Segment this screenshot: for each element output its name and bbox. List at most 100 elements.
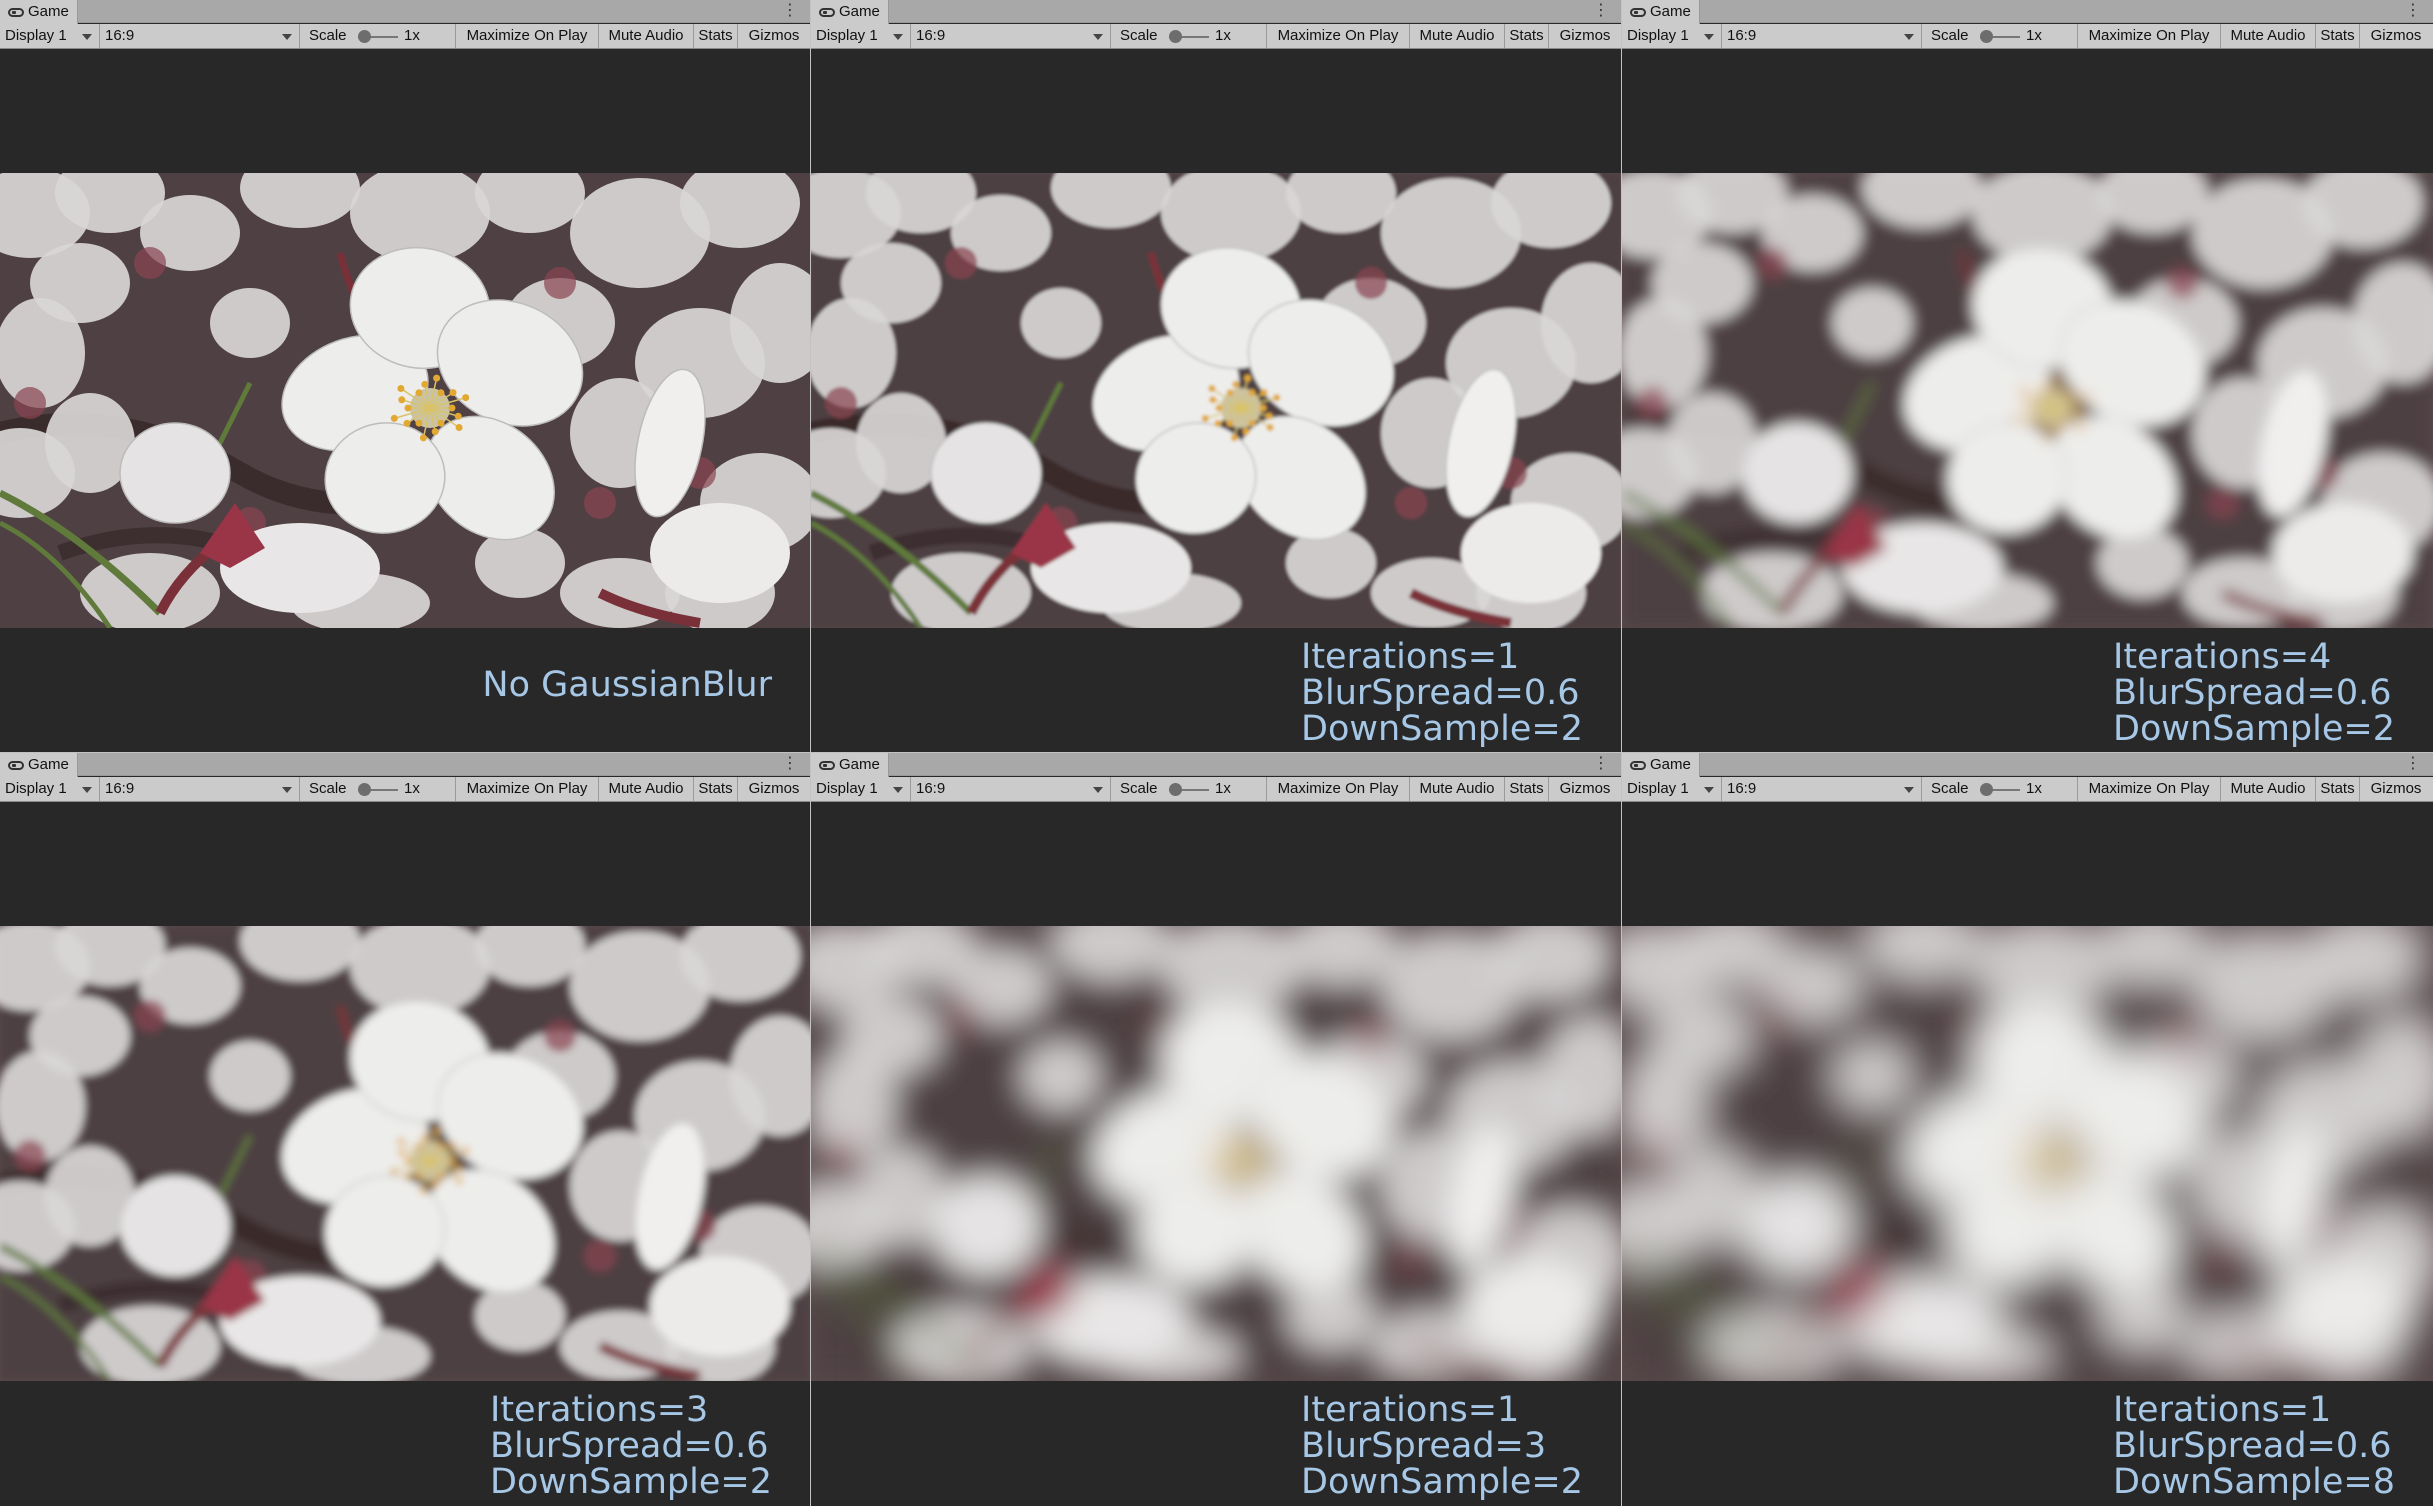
tab-bar: Game ⋮ [0, 0, 810, 24]
gizmos-button[interactable]: Gizmos [737, 777, 810, 801]
stats-button[interactable]: Stats [693, 777, 737, 801]
display-dropdown[interactable]: Display 1 [811, 24, 911, 48]
tab-game[interactable]: Game [811, 0, 889, 24]
blur-settings-caption: Iterations=4 BlurSpread=0.6 DownSample=2 [2113, 639, 2395, 747]
maximize-on-play-button[interactable]: Maximize On Play [2077, 24, 2220, 48]
kebab-menu-icon[interactable]: ⋮ [1593, 2, 1609, 20]
caption-line: BlurSpread=3 [1301, 1426, 1547, 1466]
gamepad-icon [8, 8, 24, 17]
game-toolbar: Display 1 16:9 Scale 1x Maximize On Play… [1622, 777, 2433, 802]
caption-line: Iterations=4 [2113, 637, 2332, 677]
display-label: Display 1 [1627, 27, 1689, 44]
stats-button[interactable]: Stats [1504, 24, 1548, 48]
display-dropdown[interactable]: Display 1 [1622, 777, 1722, 801]
aspect-dropdown[interactable]: 16:9 [911, 777, 1111, 801]
scale-value: 1x [404, 780, 420, 797]
kebab-menu-icon[interactable]: ⋮ [2405, 755, 2421, 773]
game-viewport-image [1622, 173, 2433, 628]
gizmos-button[interactable]: Gizmos [2359, 777, 2432, 801]
caption-line: Iterations=1 [1301, 1390, 1520, 1430]
maximize-on-play-button[interactable]: Maximize On Play [455, 24, 598, 48]
gizmos-button[interactable]: Gizmos [1548, 777, 1621, 801]
scale-slider-handle[interactable] [1169, 783, 1182, 796]
caption-line: Iterations=1 [2113, 1390, 2332, 1430]
stats-button[interactable]: Stats [693, 24, 737, 48]
mute-audio-button[interactable]: Mute Audio [1409, 777, 1504, 801]
display-dropdown[interactable]: Display 1 [0, 777, 100, 801]
gamepad-icon [8, 761, 24, 770]
display-dropdown[interactable]: Display 1 [811, 777, 911, 801]
mute-audio-button[interactable]: Mute Audio [598, 24, 693, 48]
mute-audio-button[interactable]: Mute Audio [2220, 24, 2315, 48]
caption-line: Iterations=3 [490, 1390, 709, 1430]
tab-game[interactable]: Game [0, 753, 78, 777]
mute-audio-button[interactable]: Mute Audio [1409, 24, 1504, 48]
stats-button[interactable]: Stats [2315, 24, 2359, 48]
scale-value: 1x [2026, 780, 2042, 797]
aspect-dropdown[interactable]: 16:9 [100, 777, 300, 801]
tab-game[interactable]: Game [1622, 753, 1700, 777]
game-view-panel-2: Game ⋮ Display 1 16:9 Scale 1x Maximize … [811, 0, 1621, 752]
blur-settings-caption: Iterations=1 BlurSpread=3 DownSample=2 [1301, 1392, 1583, 1500]
scale-slider-handle[interactable] [358, 30, 371, 43]
chevron-down-icon [1704, 787, 1714, 793]
caption-line: DownSample=8 [2113, 1462, 2395, 1502]
maximize-on-play-button[interactable]: Maximize On Play [2077, 777, 2220, 801]
maximize-on-play-button[interactable]: Maximize On Play [1266, 777, 1409, 801]
gizmos-button[interactable]: Gizmos [1548, 24, 1621, 48]
caption-line: BlurSpread=0.6 [2113, 673, 2392, 713]
scale-value: 1x [2026, 27, 2042, 44]
blur-settings-caption: No GaussianBlur [482, 667, 772, 703]
mute-audio-button[interactable]: Mute Audio [2220, 777, 2315, 801]
caption-line: BlurSpread=0.6 [1301, 673, 1580, 713]
scale-slider-handle[interactable] [1169, 30, 1182, 43]
scale-value: 1x [1215, 780, 1231, 797]
tab-bar: Game ⋮ [1622, 0, 2433, 24]
display-label: Display 1 [5, 780, 67, 797]
stats-button[interactable]: Stats [2315, 777, 2359, 801]
tab-bar: Game ⋮ [1622, 753, 2433, 777]
mute-audio-button[interactable]: Mute Audio [598, 777, 693, 801]
game-toolbar: Display 1 16:9 Scale 1x Maximize On Play… [1622, 24, 2433, 49]
chevron-down-icon [893, 787, 903, 793]
tab-title: Game [839, 756, 880, 773]
scale-value: 1x [404, 27, 420, 44]
tab-title: Game [1650, 3, 1691, 20]
game-view-panel-3: Game ⋮ Display 1 16:9 Scale 1x Maximize … [1622, 0, 2433, 752]
kebab-menu-icon[interactable]: ⋮ [782, 2, 798, 20]
chevron-down-icon [282, 34, 292, 40]
gizmos-button[interactable]: Gizmos [2359, 24, 2432, 48]
aspect-dropdown[interactable]: 16:9 [100, 24, 300, 48]
chevron-down-icon [82, 787, 92, 793]
kebab-menu-icon[interactable]: ⋮ [2405, 2, 2421, 20]
display-dropdown[interactable]: Display 1 [1622, 24, 1722, 48]
tab-title: Game [28, 3, 69, 20]
maximize-on-play-button[interactable]: Maximize On Play [1266, 24, 1409, 48]
caption-line: DownSample=2 [490, 1462, 772, 1502]
aspect-dropdown[interactable]: 16:9 [1722, 777, 1922, 801]
aspect-dropdown[interactable]: 16:9 [911, 24, 1111, 48]
caption-line: BlurSpread=0.6 [490, 1426, 769, 1466]
aspect-dropdown[interactable]: 16:9 [1722, 24, 1922, 48]
gizmos-button[interactable]: Gizmos [737, 24, 810, 48]
stats-button[interactable]: Stats [1504, 777, 1548, 801]
display-label: Display 1 [5, 27, 67, 44]
scale-slider-handle[interactable] [358, 783, 371, 796]
caption-line: DownSample=2 [2113, 709, 2395, 749]
tab-bar: Game ⋮ [0, 753, 810, 777]
scale-slider-handle[interactable] [1980, 783, 1993, 796]
display-dropdown[interactable]: Display 1 [0, 24, 100, 48]
tab-game[interactable]: Game [811, 753, 889, 777]
tab-title: Game [28, 756, 69, 773]
kebab-menu-icon[interactable]: ⋮ [782, 755, 798, 773]
tab-game[interactable]: Game [0, 0, 78, 24]
game-view-panel-5: Game ⋮ Display 1 16:9 Scale 1x Maximize … [811, 753, 1621, 1506]
scale-slider-handle[interactable] [1980, 30, 1993, 43]
kebab-menu-icon[interactable]: ⋮ [1593, 755, 1609, 773]
maximize-on-play-button[interactable]: Maximize On Play [455, 777, 598, 801]
tab-game[interactable]: Game [1622, 0, 1700, 24]
aspect-label: 16:9 [1727, 780, 1757, 797]
caption-line: BlurSpread=0.6 [2113, 1426, 2392, 1466]
chevron-down-icon [1093, 787, 1103, 793]
scale-label: Scale [309, 27, 347, 44]
